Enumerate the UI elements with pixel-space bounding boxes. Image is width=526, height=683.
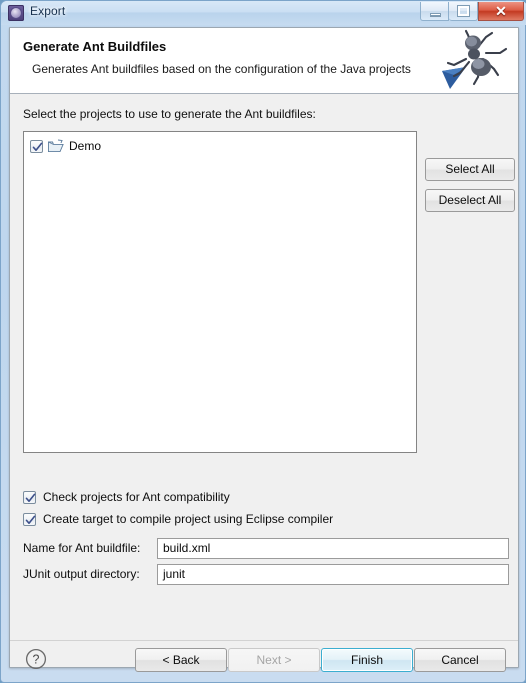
- project-checkbox[interactable]: [30, 139, 43, 153]
- window-title: Export: [30, 4, 66, 18]
- ant-compatibility-checkbox[interactable]: [23, 490, 36, 504]
- maximize-button[interactable]: [449, 2, 478, 21]
- check-icon: [25, 493, 36, 502]
- close-icon: ✕: [495, 3, 507, 19]
- close-button[interactable]: ✕: [478, 2, 524, 21]
- projects-prompt: Select the projects to use to generate t…: [23, 107, 316, 121]
- project-name: Demo: [69, 139, 102, 153]
- projects-list[interactable]: Demo: [23, 131, 417, 453]
- junit-output-label: JUnit output directory:: [23, 567, 140, 581]
- window-controls: ✕: [420, 2, 524, 21]
- footer-divider: [10, 640, 518, 641]
- minimize-icon: [430, 13, 441, 16]
- help-icon[interactable]: ?: [25, 648, 47, 670]
- deselect-all-button[interactable]: Deselect All: [425, 189, 515, 212]
- next-button: Next >: [228, 648, 320, 672]
- export-icon: [8, 5, 24, 21]
- wizard-header: Generate Ant Buildfiles Generates Ant bu…: [10, 28, 518, 94]
- project-folder-icon: [48, 139, 64, 152]
- cancel-button[interactable]: Cancel: [414, 648, 506, 672]
- option-check-ant-compatibility[interactable]: Check projects for Ant compatibility: [23, 489, 230, 505]
- junit-output-input[interactable]: junit: [157, 564, 509, 585]
- check-icon: [25, 515, 36, 524]
- back-button[interactable]: < Back: [135, 648, 227, 672]
- dialog-body: Generate Ant Buildfiles Generates Ant bu…: [9, 27, 519, 672]
- export-dialog-window: Export ✕ Generate Ant Buildfiles Generat…: [0, 0, 526, 683]
- buildfile-name-input[interactable]: build.xml: [157, 538, 509, 559]
- svg-text:?: ?: [33, 653, 40, 667]
- option-label: Check projects for Ant compatibility: [43, 490, 230, 504]
- page-title: Generate Ant Buildfiles: [23, 39, 167, 54]
- option-create-compile-target[interactable]: Create target to compile project using E…: [23, 511, 333, 527]
- title-bar[interactable]: Export ✕: [1, 1, 526, 25]
- option-label: Create target to compile project using E…: [43, 512, 334, 526]
- buildfile-name-label: Name for Ant buildfile:: [23, 541, 141, 555]
- ant-logo-icon: [442, 29, 508, 89]
- select-all-button[interactable]: Select All: [425, 158, 515, 181]
- check-icon: [32, 142, 43, 151]
- list-item[interactable]: Demo: [30, 137, 101, 155]
- eclipse-compiler-checkbox[interactable]: [23, 512, 36, 526]
- maximize-icon: [458, 6, 469, 16]
- page-subtitle: Generates Ant buildfiles based on the co…: [32, 62, 411, 76]
- finish-button[interactable]: Finish: [321, 648, 413, 672]
- minimize-button[interactable]: [420, 2, 449, 21]
